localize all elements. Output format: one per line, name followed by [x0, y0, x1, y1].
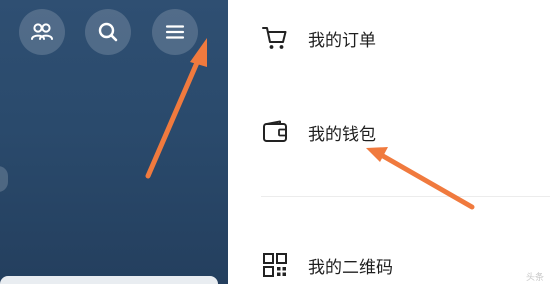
menu-divider: [261, 196, 550, 197]
menu-item-label: 我的订单: [308, 30, 376, 51]
wallet-icon: [261, 118, 289, 146]
side-menu: 我的订单 我的钱包 我的二维码: [228, 0, 550, 284]
menu-icon: [165, 25, 185, 39]
menu-item-wallet[interactable]: 我的钱包: [228, 112, 550, 152]
menu-item-orders[interactable]: 我的订单: [228, 18, 550, 58]
friends-button[interactable]: [19, 9, 65, 55]
qr-code-icon: [261, 251, 289, 279]
friends-icon: [31, 23, 53, 40]
menu-item-label: 我的二维码: [308, 257, 393, 278]
watermark: 头条: [525, 273, 544, 283]
menu-item-qr-code[interactable]: 我的二维码: [228, 245, 550, 285]
cart-icon: [261, 24, 289, 52]
menu-button[interactable]: [152, 9, 198, 55]
side-handle[interactable]: [0, 166, 8, 192]
menu-item-label: 我的钱包: [308, 124, 376, 145]
drawer-background-panel: [0, 0, 228, 284]
search-button[interactable]: [85, 9, 131, 55]
search-icon: [98, 22, 118, 42]
bottom-sheet-edge: [0, 276, 218, 284]
